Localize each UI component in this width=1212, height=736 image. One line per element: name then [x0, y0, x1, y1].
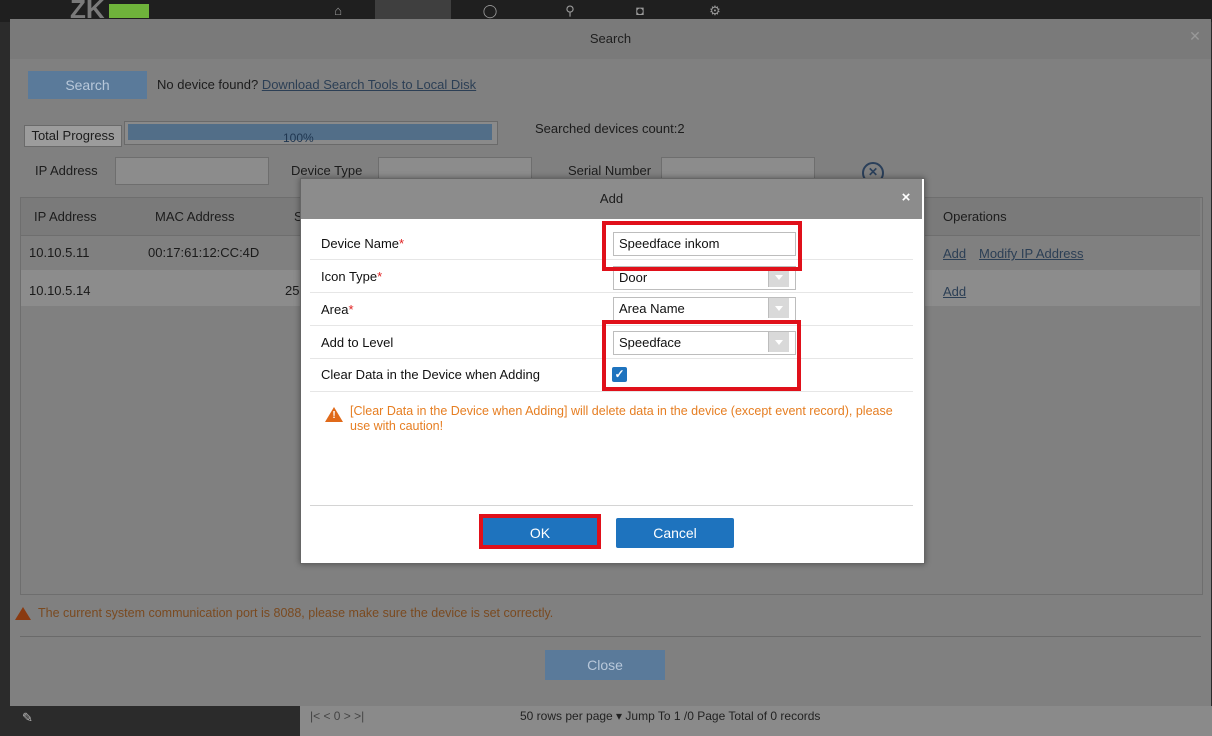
- device-type-filter-label: Device Type: [291, 163, 363, 178]
- warning-icon-mark: !: [332, 410, 336, 421]
- warning-icon: [15, 607, 31, 620]
- add-dialog-title: Add: [301, 179, 922, 219]
- edit-icon[interactable]: ✎: [22, 710, 42, 725]
- download-search-tools-link[interactable]: Download Search Tools to Local Disk: [262, 77, 476, 92]
- divider: [20, 636, 1201, 637]
- table-row-ip: 10.10.5.14: [29, 283, 91, 298]
- column-operations: Operations: [943, 209, 1007, 224]
- row-add-link[interactable]: Add: [943, 246, 966, 261]
- required-mark: *: [399, 236, 405, 251]
- row-add-link[interactable]: Add: [943, 284, 966, 299]
- progress-percent: 100%: [283, 131, 314, 145]
- no-device-hint: No device found? Download Search Tools t…: [157, 77, 476, 92]
- row-modify-ip-link[interactable]: Modify IP Address: [979, 246, 1084, 261]
- ip-filter-label: IP Address: [35, 163, 98, 178]
- add-to-level-label: Add to Level: [321, 335, 394, 350]
- clear-data-label: Clear Data in the Device when Adding: [321, 367, 540, 382]
- table-row-partial: 25: [285, 283, 300, 298]
- icon-type-label: Icon Type*: [321, 269, 383, 284]
- column-mac-address[interactable]: MAC Address: [155, 209, 234, 224]
- chevron-down-icon[interactable]: [768, 298, 789, 318]
- add-dialog-close-icon[interactable]: ×: [896, 188, 916, 208]
- serial-number-filter-label: Serial Number: [568, 163, 652, 178]
- searched-devices-count: Searched devices count:2: [535, 121, 685, 136]
- no-device-text: No device found?: [157, 77, 259, 92]
- device-name-label: Device Name*: [321, 236, 405, 251]
- brand-logo: ZK: [70, 0, 200, 20]
- home-icon[interactable]: ⌂: [328, 3, 348, 19]
- highlight-level-and-clear: [602, 320, 801, 391]
- divider: [310, 505, 913, 506]
- chat-icon[interactable]: ◯: [480, 3, 500, 19]
- settings-icon[interactable]: ⚙: [705, 3, 725, 19]
- area-label: Area*: [321, 302, 354, 317]
- column-ip-address[interactable]: IP Address: [34, 209, 97, 224]
- cancel-button[interactable]: Cancel: [616, 518, 734, 548]
- person-icon[interactable]: ⚲: [560, 3, 580, 19]
- pager-info: 50 rows per page ▾ Jump To 1 /0 Page Tot…: [520, 709, 821, 723]
- total-progress-label: Total Progress: [24, 125, 122, 147]
- clear-data-warning: [Clear Data in the Device when Adding] w…: [350, 404, 893, 433]
- required-mark: *: [348, 302, 354, 317]
- search-window-title: Search: [10, 19, 1211, 59]
- close-button[interactable]: Close: [545, 650, 665, 680]
- highlight-device-name: [602, 221, 802, 271]
- table-row-mac: 00:17:61:12:CC:4D: [148, 245, 260, 260]
- pager-nav[interactable]: |< < 0 > >|: [310, 709, 364, 723]
- search-button[interactable]: Search: [28, 71, 147, 99]
- required-mark: *: [377, 269, 383, 284]
- camera-icon[interactable]: ◘: [630, 3, 650, 19]
- table-row-ip: 10.10.5.11: [29, 245, 90, 260]
- highlight-ok-button: [479, 514, 601, 549]
- ip-filter-input[interactable]: [115, 157, 269, 185]
- port-warning-text: The current system communication port is…: [38, 606, 554, 620]
- search-window-close-icon[interactable]: ✕: [1186, 28, 1204, 46]
